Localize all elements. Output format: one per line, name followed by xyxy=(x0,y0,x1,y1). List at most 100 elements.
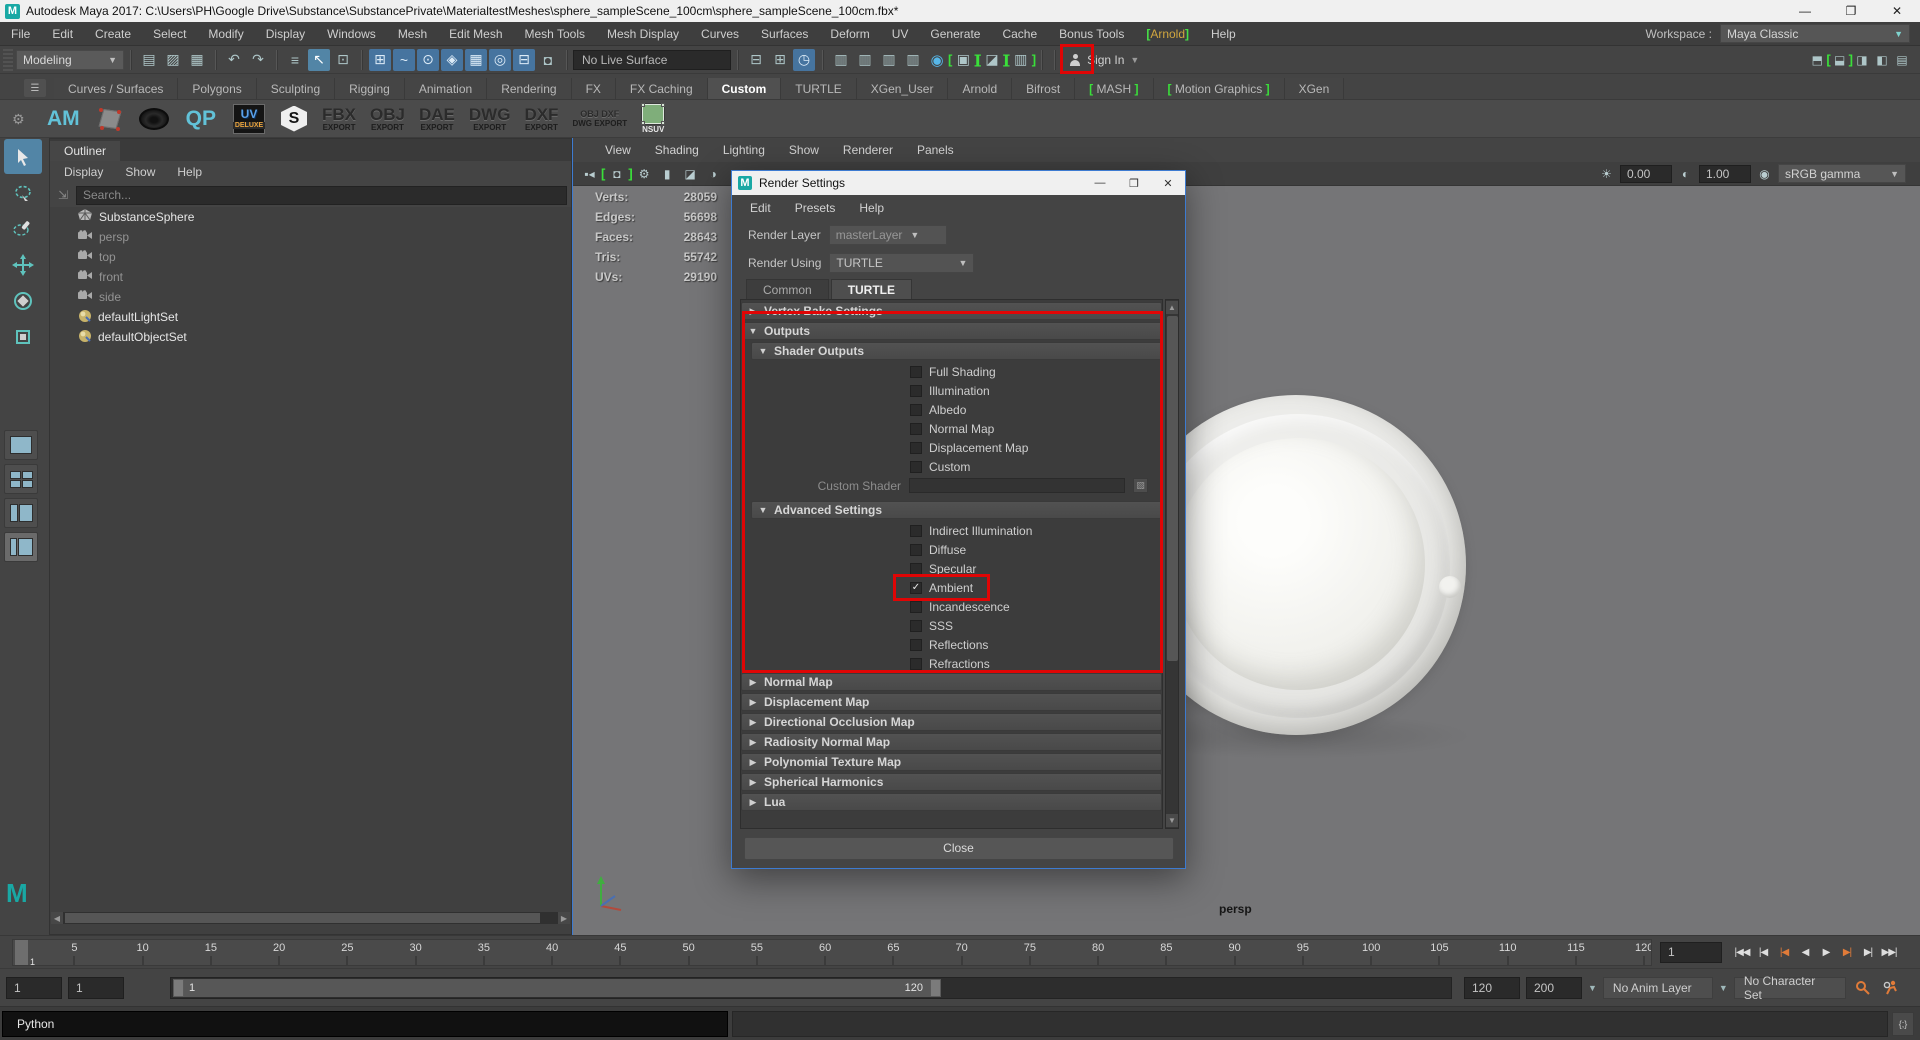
go-to-end-button[interactable]: ▶▶| xyxy=(1879,940,1899,964)
scroll-right-icon[interactable]: ▶ xyxy=(558,912,570,924)
animation-preferences-icon[interactable] xyxy=(1880,977,1902,999)
checkbox-refractions[interactable] xyxy=(910,658,922,670)
dialog-close-button[interactable]: ✕ xyxy=(1151,171,1185,195)
shelf-item-am[interactable]: AM xyxy=(47,107,80,131)
section-header-advanced-settings[interactable]: ▼Advanced Settings xyxy=(751,501,1162,519)
scroll-down-icon[interactable]: ▼ xyxy=(1166,814,1178,827)
menu-item-edit-mesh[interactable]: Edit Mesh xyxy=(438,27,513,41)
dialog-maximize-button[interactable]: ❐ xyxy=(1117,171,1151,195)
scrollbar-thumb[interactable] xyxy=(1167,316,1178,661)
bookmark-icon[interactable]: ▮ xyxy=(658,164,677,183)
range-end-handle[interactable] xyxy=(930,979,941,997)
snap-view-plane-icon[interactable]: ▦ xyxy=(465,49,487,71)
checkbox-indirect-illumination[interactable] xyxy=(910,525,922,537)
new-scene-icon[interactable]: ▤ xyxy=(138,49,160,71)
view-transform-selector[interactable]: sRGB gamma ▼ xyxy=(1778,164,1906,183)
render-view-icon[interactable]: ▥ xyxy=(830,49,852,71)
checkbox-diffuse[interactable] xyxy=(910,544,922,556)
camera-attributes-icon[interactable]: ⚙ xyxy=(635,164,654,183)
step-forward-key-button[interactable]: ▶| xyxy=(1837,940,1857,964)
shelf-item-polycube-icon[interactable] xyxy=(98,107,122,131)
timeline-ruler[interactable]: 1 51015202530354045505560657075808590951… xyxy=(12,939,1652,966)
snap-grid-icon[interactable]: ⊞ xyxy=(369,49,391,71)
shelf-menu-icon[interactable]: ☰ xyxy=(24,79,46,97)
shelf-tab-rendering[interactable]: Rendering xyxy=(487,78,571,99)
shelf-item-multi-export[interactable]: OBJ DXFDWG EXPORT xyxy=(572,110,627,128)
shelf-tab-mash[interactable]: [ MASH ] xyxy=(1075,78,1153,99)
panel-menu-renderer[interactable]: Renderer xyxy=(831,143,905,157)
exposure-icon[interactable]: ☀ xyxy=(1597,164,1616,183)
menu-item-modify[interactable]: Modify xyxy=(197,27,254,41)
shelf-tab-arnold[interactable]: Arnold xyxy=(948,78,1012,99)
snap-projected-center-icon[interactable]: ◈ xyxy=(441,49,463,71)
checkbox-reflections[interactable] xyxy=(910,639,922,651)
render-settings-tab-common[interactable]: Common xyxy=(746,279,829,299)
shelf-tab-animation[interactable]: Animation xyxy=(405,78,487,99)
menu-item-surfaces[interactable]: Surfaces xyxy=(750,27,819,41)
section-header-outputs[interactable]: ▼Outputs xyxy=(741,322,1162,340)
menu-item-arnold[interactable]: [Arnold] xyxy=(1135,27,1200,41)
step-back-frame-button[interactable]: |◀ xyxy=(1753,940,1773,964)
shelf-tab-rigging[interactable]: Rigging xyxy=(335,78,405,99)
dialog-minimize-button[interactable]: — xyxy=(1083,171,1117,195)
live-surface-field[interactable]: No Live Surface xyxy=(573,50,731,70)
construction-history-icon[interactable]: ◷ xyxy=(793,49,815,71)
channel-box-icon[interactable]: ▤ xyxy=(1893,51,1911,69)
outliner-item-defaultlightset[interactable]: defaultLightSet xyxy=(50,307,571,327)
shelf-item-uv-deluxe[interactable]: UVDELUXE xyxy=(233,104,265,134)
outliner-tab[interactable]: Outliner xyxy=(50,139,571,161)
select-hierarchy-icon[interactable]: ≡ xyxy=(284,49,306,71)
workspace-selector[interactable]: Maya Classic ▼ xyxy=(1720,24,1910,43)
undo-icon[interactable]: ↶ xyxy=(223,49,245,71)
outliner-search-input[interactable] xyxy=(76,186,567,205)
panel-menu-panels[interactable]: Panels xyxy=(905,143,966,157)
panel-menu-lighting[interactable]: Lighting xyxy=(711,143,777,157)
checkbox-displacement-map[interactable] xyxy=(910,442,922,454)
shelf-item-substance-icon[interactable]: S xyxy=(281,106,307,132)
redo-icon[interactable]: ↷ xyxy=(247,49,269,71)
section-header-vertex-bake-settings[interactable]: ▶Vertex Bake Settings xyxy=(741,302,1162,320)
gamma-icon[interactable]: ◐ xyxy=(1676,164,1695,183)
shelf-item-toon-icon[interactable] xyxy=(139,108,169,130)
maximize-button[interactable]: ❐ xyxy=(1828,0,1874,22)
hypershade-icon[interactable]: ◉ xyxy=(926,49,948,71)
open-scene-icon[interactable]: ▨ xyxy=(162,49,184,71)
section-header-shader-outputs[interactable]: ▼Shader Outputs xyxy=(751,342,1162,360)
shelf-tab-bifrost[interactable]: Bifrost xyxy=(1012,78,1075,99)
shelf-options-gear-icon[interactable]: ⚙ xyxy=(12,111,28,127)
select-object-icon[interactable]: ↖ xyxy=(308,49,330,71)
select-component-icon[interactable]: ⊡ xyxy=(332,49,354,71)
chevron-down-icon[interactable]: ▼ xyxy=(1719,983,1728,993)
menu-item-display[interactable]: Display xyxy=(255,27,316,41)
menu-item-mesh-tools[interactable]: Mesh Tools xyxy=(514,27,596,41)
layout-single-pane[interactable] xyxy=(4,430,38,460)
checkbox-specular[interactable] xyxy=(910,563,922,575)
layout-four-pane[interactable] xyxy=(4,464,38,494)
lock-icon[interactable]: ◘ xyxy=(537,49,559,71)
menu-item-cache[interactable]: Cache xyxy=(991,27,1048,41)
outliner-menu-help[interactable]: Help xyxy=(177,165,202,179)
checkbox-normal-map[interactable] xyxy=(910,423,922,435)
shelf-tab-xgen-user[interactable]: XGen_User xyxy=(857,78,949,99)
camera-icon[interactable]: ▪◂ xyxy=(580,164,599,183)
playback-range-active[interactable]: 1 120 xyxy=(173,979,941,997)
menu-item-bonus-tools[interactable]: Bonus Tools xyxy=(1048,27,1135,41)
save-scene-icon[interactable]: ▦ xyxy=(186,49,208,71)
section-header-polynomial-texture-map[interactable]: ▶Polynomial Texture Map xyxy=(741,753,1162,771)
make-live-icon[interactable]: ◎ xyxy=(489,49,511,71)
section-header-displacement-map[interactable]: ▶Displacement Map xyxy=(741,693,1162,711)
outliner-item-persp[interactable]: persp xyxy=(50,227,571,247)
menu-item-file[interactable]: File xyxy=(0,27,41,41)
shelf-tab-custom[interactable]: Custom xyxy=(708,78,782,99)
command-language-label[interactable]: Python xyxy=(17,1017,54,1031)
shelf-tab-motion-graphics[interactable]: [ Motion Graphics ] xyxy=(1154,78,1285,99)
outliner-item-defaultobjectset[interactable]: defaultObjectSet xyxy=(50,327,571,347)
outliner-item-top[interactable]: top xyxy=(50,247,571,267)
scale-tool[interactable] xyxy=(4,319,42,354)
shelf-tab-fx-caching[interactable]: FX Caching xyxy=(616,78,708,99)
checkbox-full-shading[interactable] xyxy=(910,366,922,378)
hypershade-panel-icon[interactable]: ⬓ xyxy=(1831,51,1849,69)
expand-collapse-icon[interactable]: ⇲ xyxy=(54,188,72,202)
dialog-title-bar[interactable]: M Render Settings — ❐ ✕ xyxy=(732,171,1185,195)
go-to-start-button[interactable]: |◀◀ xyxy=(1732,940,1752,964)
